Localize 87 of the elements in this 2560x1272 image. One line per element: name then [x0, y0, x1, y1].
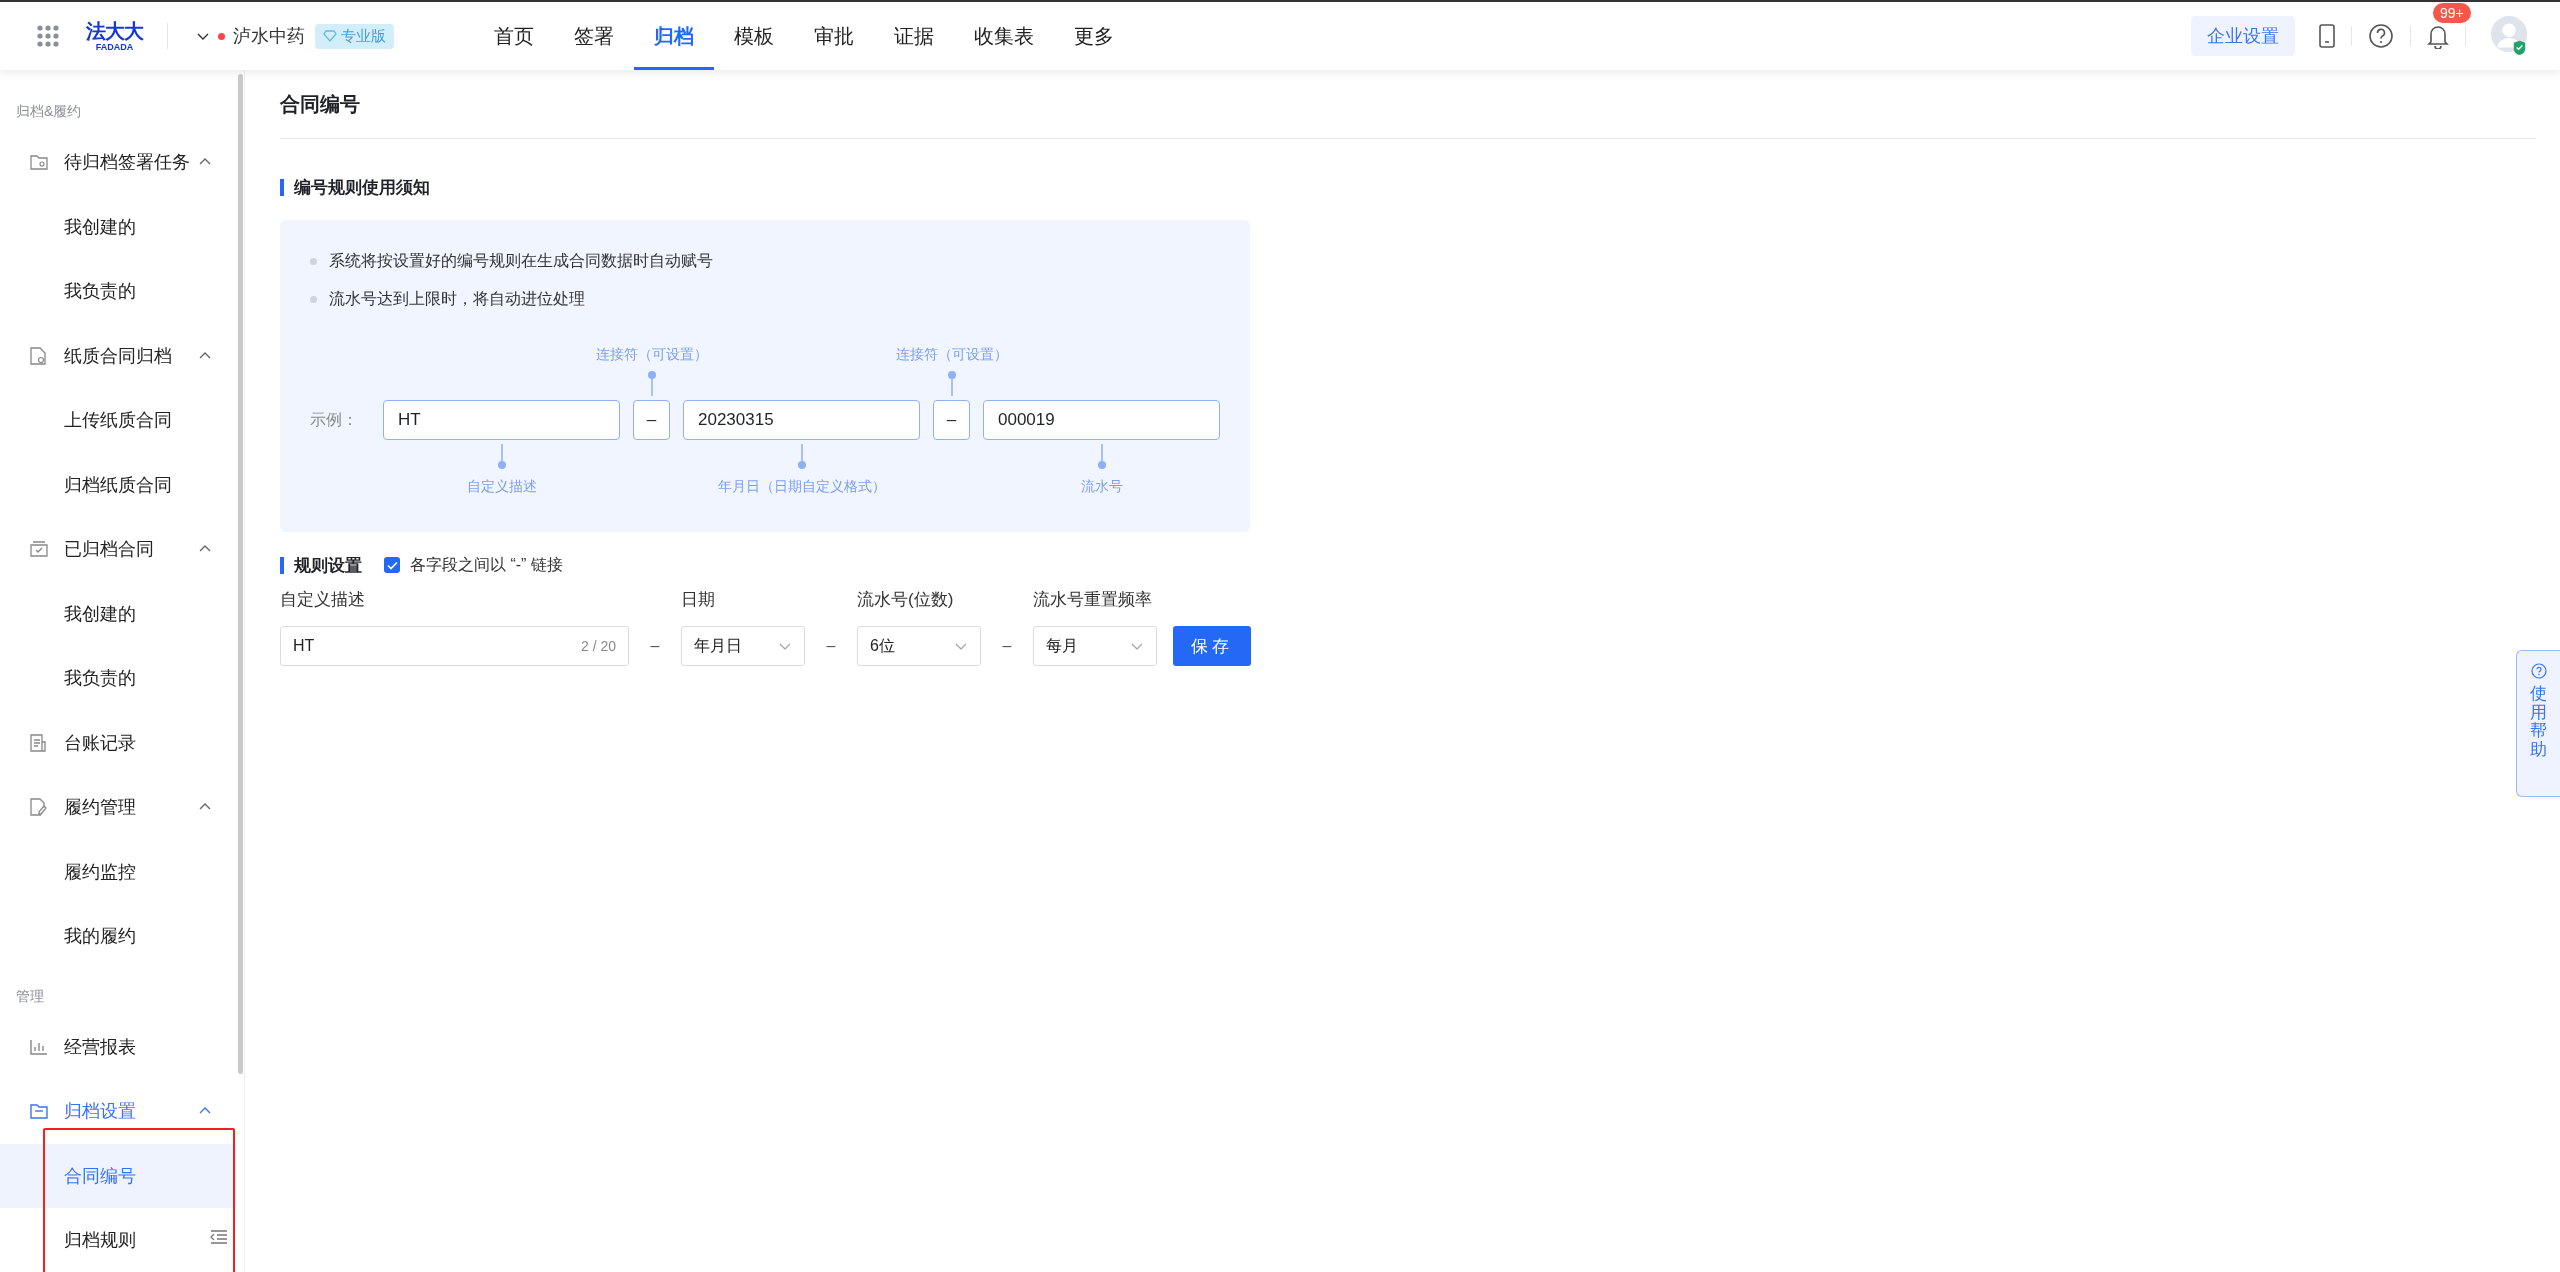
collapse-sidebar-icon[interactable]: [210, 1230, 228, 1244]
sidebar-item[interactable]: 归档设置: [0, 1079, 236, 1144]
sidebar-subitem[interactable]: 我创建的: [0, 194, 236, 259]
select-field[interactable]: 每月: [1033, 626, 1157, 666]
nav-tab[interactable]: 首页: [474, 2, 554, 70]
segment-caption: 年月日（日期自定义格式）: [717, 478, 886, 496]
nav-tab[interactable]: 模板: [714, 2, 794, 70]
field-label: 自定义描述: [280, 589, 366, 611]
sidebar-item[interactable]: 纸质合同归档: [0, 323, 236, 388]
sidebar-subitem[interactable]: 我负责的: [0, 646, 236, 711]
company-name[interactable]: 泸水中药: [233, 24, 305, 48]
nav-tab[interactable]: 更多: [1054, 2, 1134, 70]
sidebar-item[interactable]: 履约管理: [0, 775, 236, 840]
notice-text: 系统将按设置好的编号规则在生成合同数据时自动赋号: [329, 250, 713, 271]
bullet-dot: [310, 295, 317, 303]
nav-tab[interactable]: 收集表: [954, 2, 1054, 70]
select-field[interactable]: 年月日: [681, 626, 805, 666]
input-field[interactable]: HT 2 / 20: [280, 626, 629, 666]
section-title: 规则设置: [280, 556, 362, 574]
separator-dash: –: [1002, 637, 1012, 655]
example-segment: HT: [383, 400, 620, 440]
connector-caption: 连接符（可设置）: [895, 346, 1008, 364]
page-title: 合同编号: [280, 70, 2535, 139]
nav-tab[interactable]: 签署: [554, 2, 634, 70]
help-icon[interactable]: [2530, 663, 2547, 679]
sidebar-subitem[interactable]: 归档纸质合同: [0, 452, 236, 517]
example-label: 示例：: [310, 409, 359, 430]
bar-chart-icon: [30, 1038, 48, 1055]
help-icon[interactable]: [2368, 23, 2394, 49]
separator-dash: –: [826, 637, 836, 655]
nav-tab[interactable]: 证据: [874, 2, 954, 70]
sidebar-item[interactable]: 待归档签署任务: [0, 130, 236, 195]
connector-caption: 连接符（可设置）: [595, 346, 708, 364]
diamond-icon: [323, 30, 337, 42]
sidebar-subitem[interactable]: 我创建的: [0, 581, 236, 646]
leader-line: [1096, 444, 1107, 470]
segment-caption: 自定义描述: [466, 478, 537, 496]
sidebar-item[interactable]: 台账记录: [0, 710, 236, 775]
nav-tab[interactable]: 审批: [794, 2, 874, 70]
example-segment: 000019: [983, 400, 1220, 440]
folder-icon: [30, 154, 48, 171]
section-title: 编号规则使用须知: [280, 178, 430, 196]
notice-text: 流水号达到上限时，将自动进位处理: [329, 288, 585, 309]
join-checkbox[interactable]: 各字段之间以 “-” 链接: [384, 554, 563, 576]
folder-icon: [30, 1103, 48, 1120]
leader-line: [646, 370, 657, 396]
apps-grid-icon[interactable]: [37, 25, 59, 47]
checkmark-icon: [386, 560, 398, 570]
status-dot: [218, 32, 225, 40]
nav-tab[interactable]: 归档: [634, 2, 714, 70]
enterprise-settings-button[interactable]: 企业设置: [2191, 16, 2295, 56]
mobile-icon[interactable]: [2319, 24, 2335, 48]
field-label: 流水号(位数): [857, 589, 955, 611]
scrollbar[interactable]: [238, 74, 243, 1074]
example-connector: –: [933, 400, 970, 440]
sidebar-subitem[interactable]: 我的履约: [0, 904, 236, 969]
segment-caption: 流水号: [1080, 478, 1123, 496]
leader-line: [496, 444, 507, 470]
field-label: 流水号重置频率: [1033, 589, 1153, 611]
leader-line: [796, 444, 807, 470]
select-field[interactable]: 6位: [857, 626, 981, 666]
bullet-dot: [310, 257, 317, 265]
sidebar-subitem[interactable]: 我负责的: [0, 259, 236, 324]
list-document-icon: [30, 733, 46, 752]
logo[interactable]: 法大大 FADADA: [86, 20, 143, 52]
example-segment: 20230315: [683, 400, 920, 440]
separator-dash: –: [650, 637, 660, 655]
sidebar-item[interactable]: 已归档合同: [0, 517, 236, 582]
section-title: 管理: [15, 986, 45, 1006]
help-tab[interactable]: 使用帮助: [2530, 685, 2547, 760]
leader-line: [946, 370, 957, 396]
sidebar-item[interactable]: 经营报表: [0, 1014, 236, 1079]
document-pen-icon: [30, 798, 48, 817]
document-icon: [30, 346, 46, 365]
sidebar-subitem[interactable]: 履约监控: [0, 839, 236, 904]
sidebar-subitem[interactable]: 上传纸质合同: [0, 388, 236, 453]
notification-bell-icon[interactable]: [2427, 23, 2449, 49]
avatar[interactable]: [2490, 16, 2530, 56]
tray-icon: [30, 541, 48, 558]
notification-badge: 99+: [2433, 3, 2471, 23]
field-label: 日期: [681, 589, 716, 611]
save-button[interactable]: 保存: [1173, 626, 1251, 666]
example-connector: –: [633, 400, 670, 440]
section-title: 归档&履约: [15, 102, 83, 121]
sidebar-subitem[interactable]: 归档规则: [0, 1208, 236, 1272]
edition-badge: 专业版: [315, 23, 394, 49]
sidebar-subitem[interactable]: 合同编号: [0, 1143, 236, 1208]
